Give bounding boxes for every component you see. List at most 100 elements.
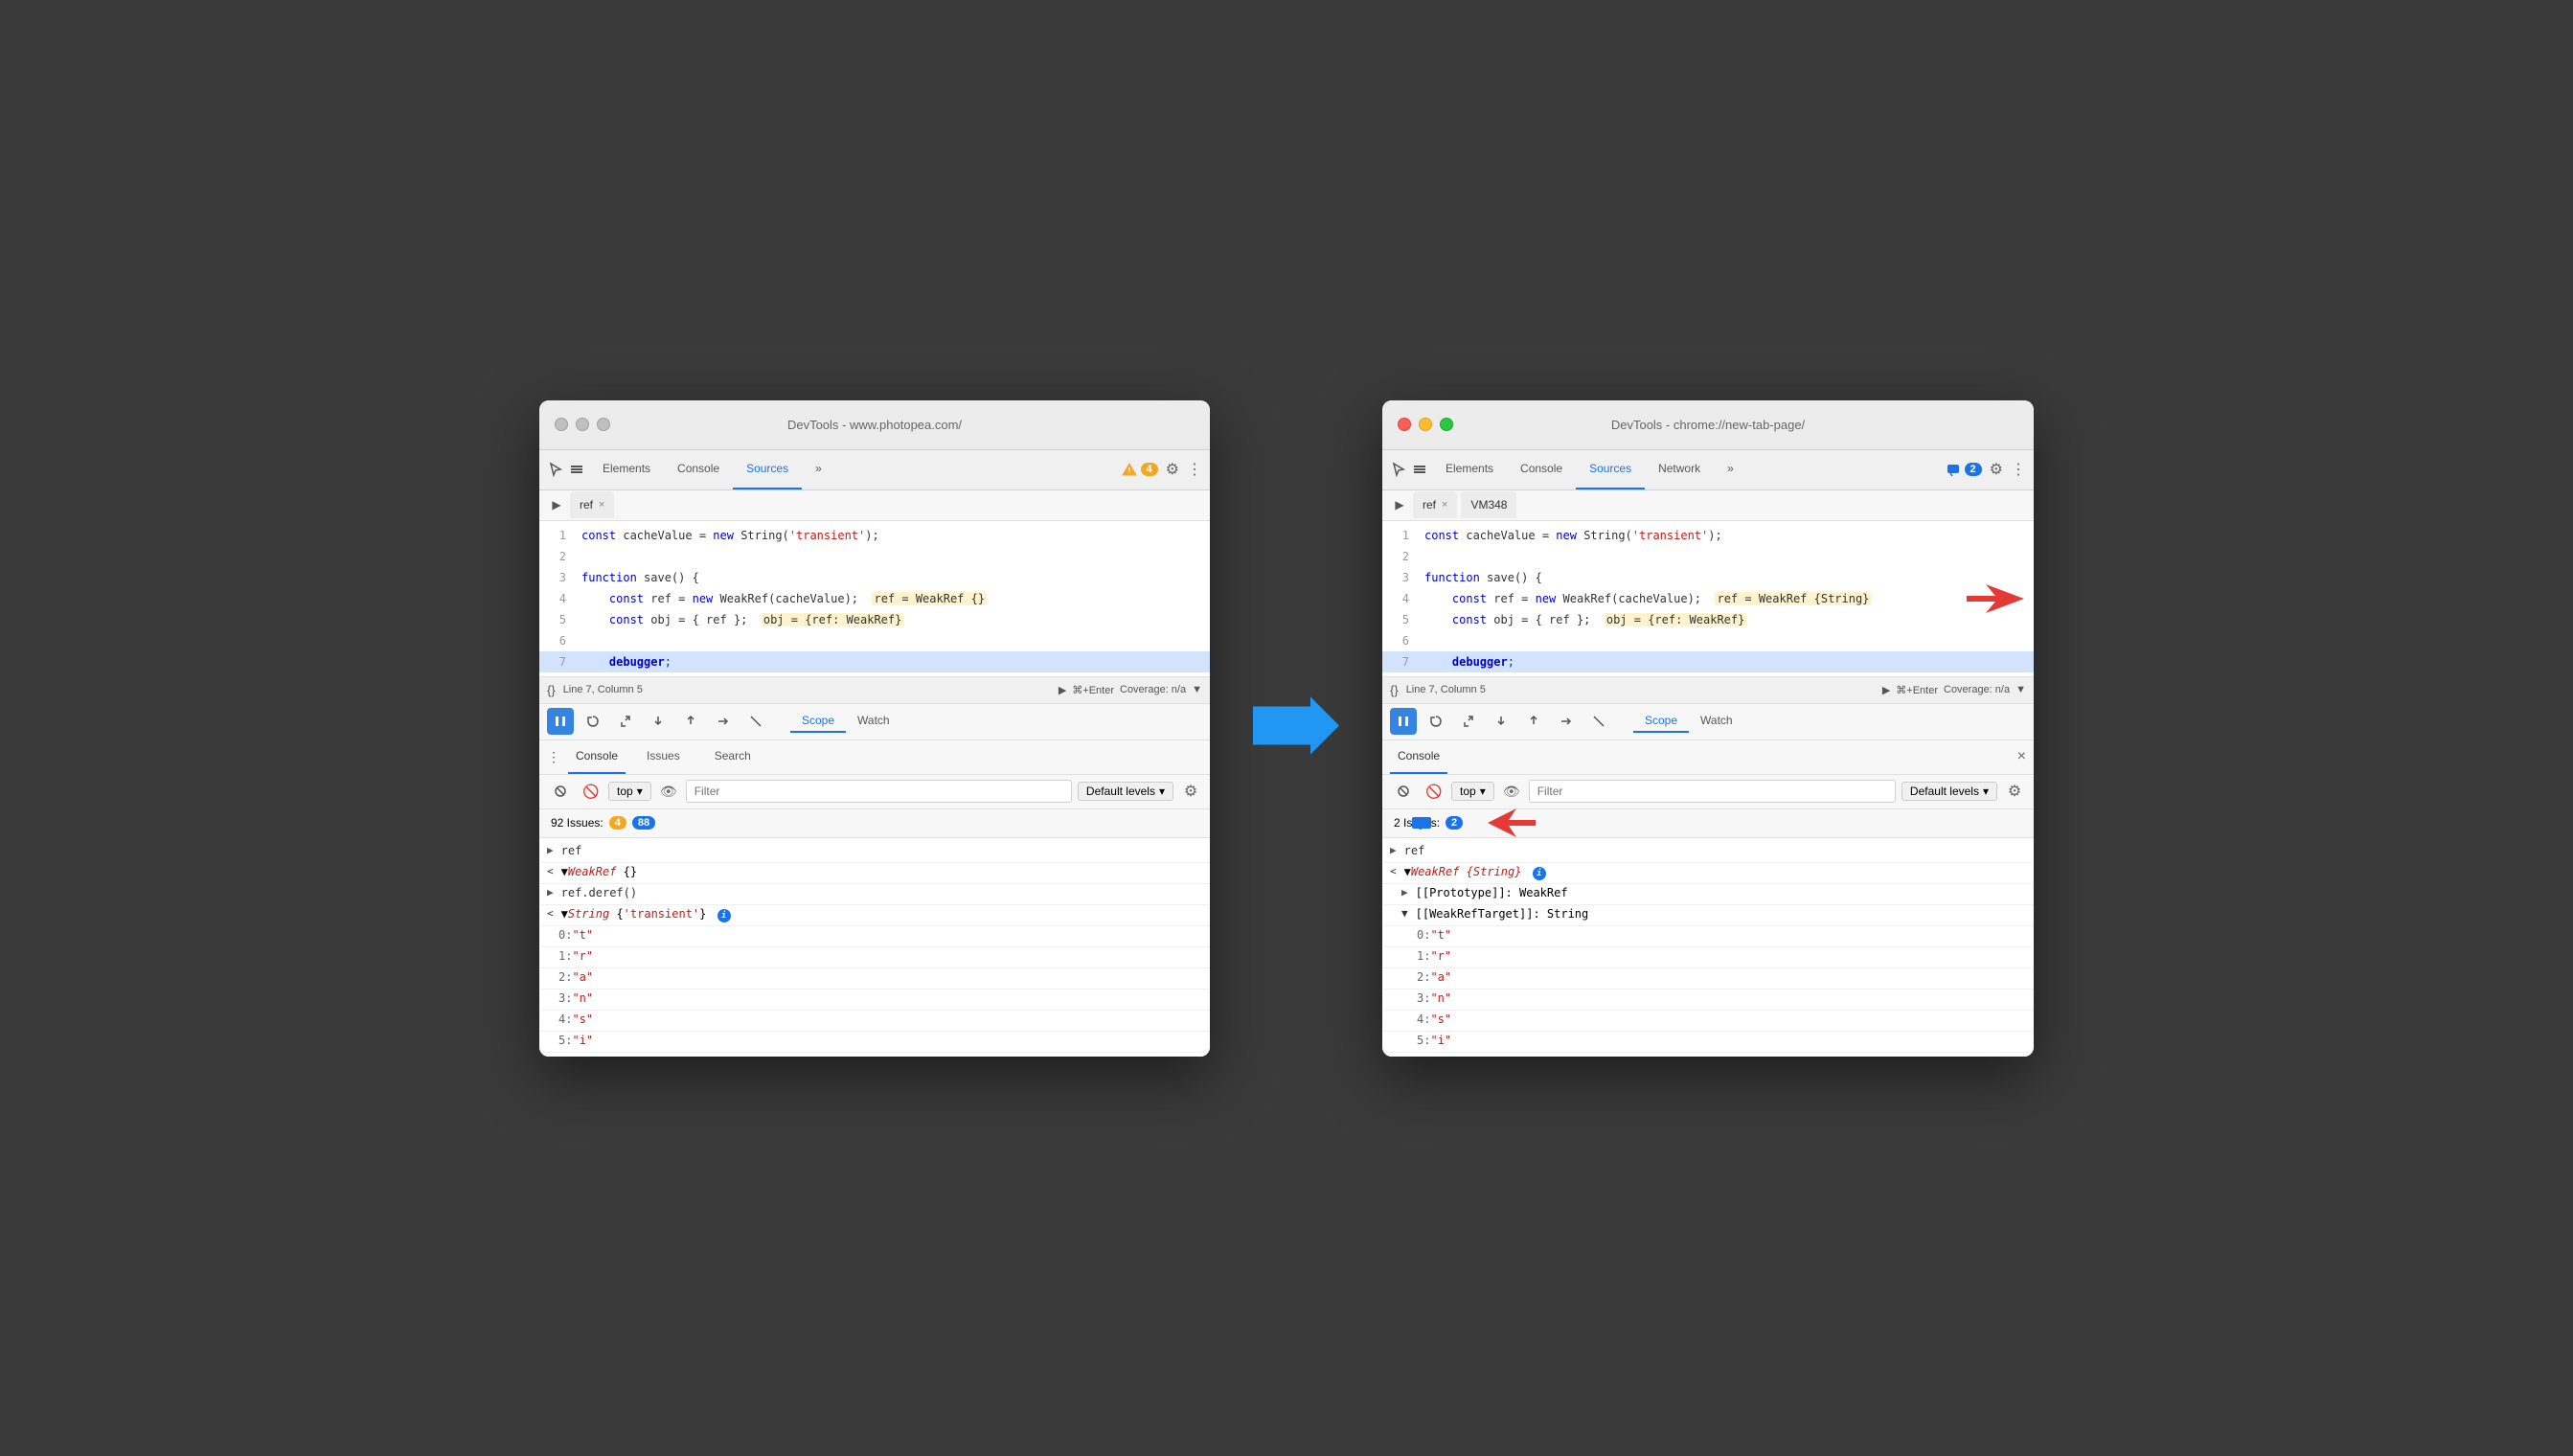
gear-icon-right[interactable]: ⚙ [1990, 460, 2003, 479]
left-code-area: 1 const cacheValue = new String('transie… [539, 521, 1210, 676]
left-devtools-tabs: Elements Console Sources » ! 4 ⚙ ⋮ [539, 450, 1210, 490]
step-over-btn-left[interactable] [612, 708, 639, 735]
maximize-button-right[interactable] [1440, 418, 1453, 431]
levels-dropdown-right[interactable]: Default levels ▾ [1901, 782, 1997, 801]
pretty-print-icon-right[interactable]: {} [1390, 683, 1399, 697]
tab-more-left[interactable]: » [802, 449, 835, 489]
coverage-menu-left[interactable]: ▼ [1192, 684, 1202, 695]
red-arrow-issues [1488, 808, 1536, 837]
tab-sources-right[interactable]: Sources [1576, 449, 1645, 489]
expand-arrow-deref-left[interactable]: ▶ [547, 886, 554, 899]
gear-btn-left[interactable]: ⚙ [1179, 780, 1202, 803]
console-row-ref-right: ▶ ref [1382, 842, 2034, 863]
layers-icon-left[interactable] [568, 461, 585, 478]
deactivate-btn-right[interactable] [1585, 708, 1612, 735]
clear-console-left[interactable] [547, 778, 574, 805]
step-over-btn-right[interactable] [1455, 708, 1482, 735]
tab-sources-left[interactable]: Sources [733, 449, 802, 489]
tab-console-left[interactable]: Console [664, 449, 733, 489]
console-row-1-left: 1: "r" [539, 947, 1210, 968]
right-file-tabs: ▶ ref × VM348 [1382, 490, 2034, 521]
tab-network-right[interactable]: Network [1645, 449, 1714, 489]
close-file-right[interactable]: × [1442, 499, 1447, 511]
reload-btn-right[interactable] [1423, 708, 1449, 735]
dots-menu-left[interactable]: ⋮ [547, 749, 560, 765]
right-console-filter-bar: 🚫 top ▾ 👁 Default levels ▾ ⚙ [1382, 775, 2034, 809]
step-btn-left[interactable] [710, 708, 737, 735]
dots-icon-right[interactable]: ⋮ [2011, 460, 2026, 479]
search-tab-left[interactable]: Search [701, 737, 764, 777]
console-tab-right[interactable]: Console [1390, 739, 1447, 774]
coverage-menu-right[interactable]: ▼ [2015, 684, 2026, 695]
tab-elements-left[interactable]: Elements [589, 449, 664, 489]
minimize-button-right[interactable] [1419, 418, 1432, 431]
eye-btn-right[interactable]: 👁 [1500, 780, 1523, 803]
run-icon-left[interactable]: ▶ [1059, 684, 1066, 696]
close-file-left[interactable]: × [599, 499, 604, 511]
collapse-arrow-weakref-right[interactable]: < [1390, 865, 1397, 877]
status-line-col-right: Line 7, Column 5 [1406, 684, 1486, 695]
tab-elements-right[interactable]: Elements [1432, 449, 1507, 489]
eye-btn-left[interactable]: 👁 [657, 780, 680, 803]
pause-btn-left[interactable] [547, 708, 574, 735]
gear-btn-right[interactable]: ⚙ [2003, 780, 2026, 803]
close-button-right[interactable] [1398, 418, 1411, 431]
file-tab-vm348-right[interactable]: VM348 [1461, 491, 1516, 518]
cursor-icon-right[interactable] [1390, 461, 1407, 478]
expand-arrow-proto-right[interactable]: ▶ [1401, 886, 1408, 899]
tab-more-right[interactable]: » [1714, 449, 1747, 489]
scope-tab-scope-right[interactable]: Scope [1633, 710, 1689, 733]
console-row-weakreftarget-right: ▼ [[WeakRefTarget]]: String [1382, 905, 2034, 926]
step-out-btn-right[interactable] [1520, 708, 1547, 735]
tab-console-right[interactable]: Console [1507, 449, 1576, 489]
close-button-left[interactable] [555, 418, 568, 431]
no-btn-left[interactable]: 🚫 [580, 780, 603, 803]
filter-input-left[interactable] [686, 780, 1072, 803]
console-tab-left[interactable]: Console [568, 739, 626, 774]
collapse-arrow-string-left[interactable]: < [547, 907, 554, 920]
expand-arrow-ref-right[interactable]: ▶ [1390, 844, 1397, 856]
issues-tab-left[interactable]: Issues [633, 737, 694, 777]
clear-console-right[interactable] [1390, 778, 1417, 805]
toggle-sidebar-left[interactable]: ▶ [547, 495, 566, 514]
levels-dropdown-left[interactable]: Default levels ▾ [1078, 782, 1173, 801]
deactivate-btn-left[interactable] [742, 708, 769, 735]
scope-tab-watch-right[interactable]: Watch [1689, 710, 1744, 733]
console-row-deref-left: ▶ ref.deref() [539, 884, 1210, 905]
collapse-arrow-weakref-left[interactable]: < [547, 865, 554, 877]
pretty-print-icon-left[interactable]: {} [547, 683, 556, 697]
chat-bubble-icon [1412, 816, 1441, 830]
red-arrow-line4 [1967, 584, 2024, 613]
step-into-btn-right[interactable] [1488, 708, 1514, 735]
toggle-sidebar-right[interactable]: ▶ [1390, 495, 1409, 514]
step-out-btn-left[interactable] [677, 708, 704, 735]
console-row-0-right: 0: "t" [1382, 926, 2034, 947]
step-btn-right[interactable] [1553, 708, 1580, 735]
left-console-panel: ⋮ Console Issues Search 🚫 top [539, 740, 1210, 1057]
expand-arrow-ref-left[interactable]: ▶ [547, 844, 554, 856]
close-console-right[interactable]: × [2017, 748, 2026, 765]
gear-icon-left[interactable]: ⚙ [1166, 460, 1179, 479]
top-dropdown-left[interactable]: top ▾ [608, 782, 651, 801]
minimize-button-left[interactable] [576, 418, 589, 431]
pause-btn-right[interactable] [1390, 708, 1417, 735]
file-tab-ref-left[interactable]: ref × [570, 491, 614, 518]
layers-icon-right[interactable] [1411, 461, 1428, 478]
top-dropdown-right[interactable]: top ▾ [1451, 782, 1494, 801]
run-icon-right[interactable]: ▶ [1882, 684, 1890, 696]
console-row-3-left: 3: "n" [539, 990, 1210, 1011]
collapse-arrow-target-right[interactable]: ▼ [1401, 907, 1408, 920]
scope-tab-scope-left[interactable]: Scope [790, 710, 846, 733]
console-row-0-left: 0: "t" [539, 926, 1210, 947]
filter-input-right[interactable] [1529, 780, 1896, 803]
step-into-btn-left[interactable] [645, 708, 672, 735]
file-tab-ref-right[interactable]: ref × [1413, 491, 1457, 518]
code-line-4-right: 4 const ref = new WeakRef(cacheValue); r… [1382, 588, 2034, 609]
no-btn-right[interactable]: 🚫 [1423, 780, 1446, 803]
cursor-icon-left[interactable] [547, 461, 564, 478]
dots-icon-left[interactable]: ⋮ [1187, 460, 1202, 479]
reload-btn-left[interactable] [580, 708, 606, 735]
code-line-2-left: 2 [539, 546, 1210, 567]
maximize-button-left[interactable] [597, 418, 610, 431]
scope-tab-watch-left[interactable]: Watch [846, 710, 901, 733]
